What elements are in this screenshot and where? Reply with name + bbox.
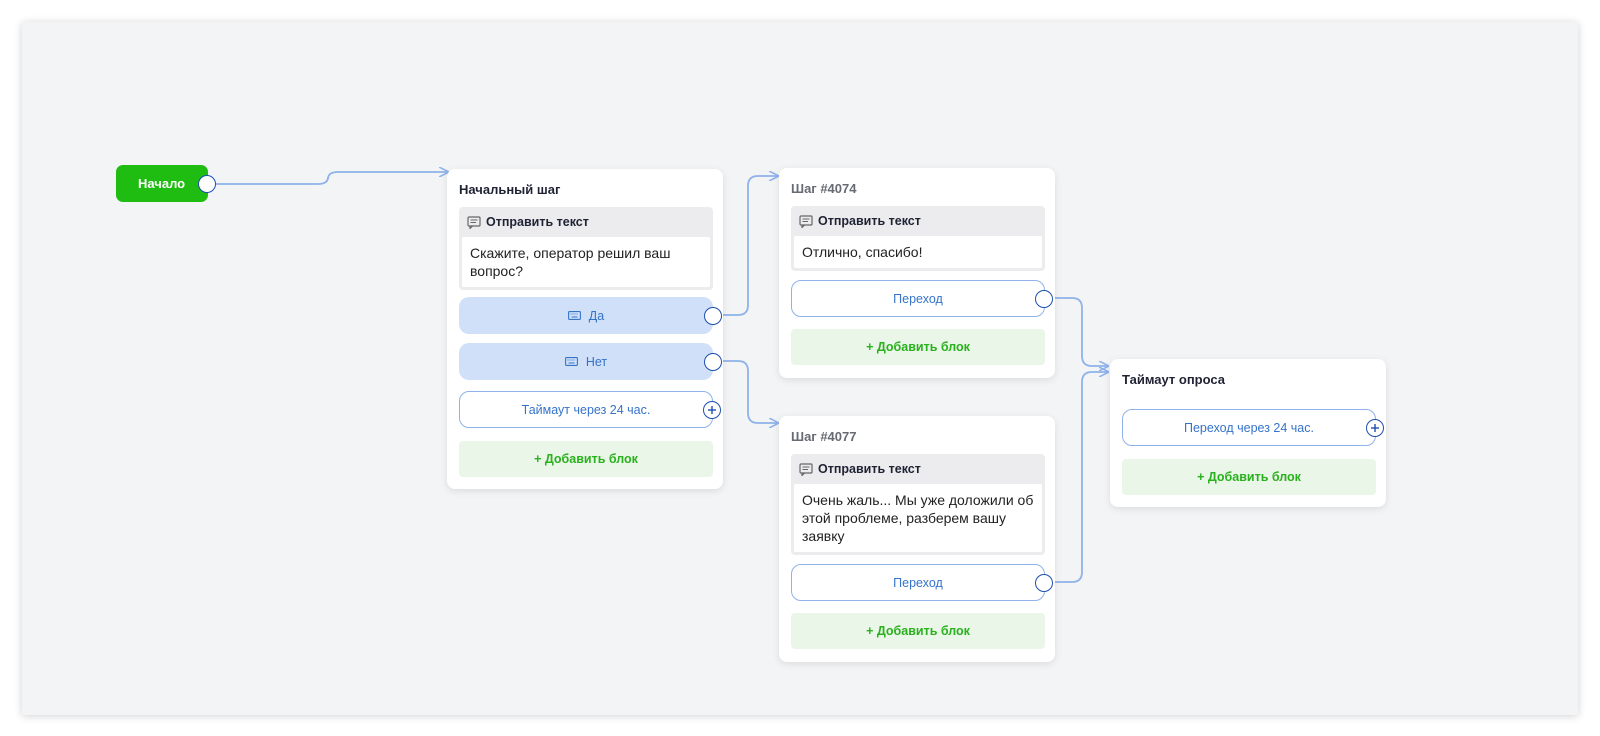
- timeout-transition-button[interactable]: Переход через 24 час.: [1122, 409, 1384, 446]
- no-output-port[interactable]: [704, 352, 722, 371]
- card-step-4074[interactable]: Шаг #4074 Отправить текст Отлично, спаси…: [779, 168, 1055, 378]
- add-block-button[interactable]: + Добавить блок: [791, 329, 1045, 365]
- message-text: Отлично, спасибо!: [794, 236, 1042, 268]
- button-yes-label: Да: [588, 308, 605, 323]
- yes-output-port[interactable]: [704, 306, 722, 325]
- timeout-button[interactable]: Таймаут через 24 час.: [459, 391, 721, 428]
- transition-output-port[interactable]: [1035, 573, 1053, 592]
- button-no-label: Нет: [585, 354, 608, 369]
- card-step-4077[interactable]: Шаг #4077 Отправить текст Очень жаль... …: [779, 416, 1055, 662]
- card-title: Таймаут опроса: [1122, 372, 1226, 387]
- start-label: Начало: [138, 176, 186, 191]
- timeout-label: Таймаут через 24 час.: [521, 402, 651, 417]
- keyboard-icon: [564, 357, 578, 366]
- timeout-transition-label: Переход через 24 час.: [1184, 420, 1314, 435]
- card-initial-step[interactable]: Начальный шаг Отправить текст Скажите, о…: [447, 169, 723, 489]
- start-node[interactable]: Начало: [116, 165, 208, 202]
- send-text-header: Отправить текст: [486, 215, 589, 229]
- plus-icon: [708, 405, 716, 414]
- start-output-port[interactable]: [198, 175, 216, 193]
- transition-button[interactable]: Переход: [791, 564, 1053, 601]
- add-block-button[interactable]: + Добавить блок: [459, 441, 713, 477]
- transition-label: Переход: [893, 575, 943, 590]
- transition-label: Переход: [893, 291, 943, 306]
- add-block-button[interactable]: + Добавить блок: [1122, 459, 1376, 495]
- send-text-block[interactable]: Отправить текст Отлично, спасибо!: [791, 206, 1045, 271]
- message-icon: [799, 214, 813, 228]
- add-connection-port[interactable]: [1366, 418, 1384, 437]
- transition-button[interactable]: Переход: [791, 280, 1053, 317]
- card-title: Шаг #4074: [791, 181, 857, 196]
- card-title: Шаг #4077: [791, 429, 857, 444]
- add-connection-port[interactable]: [703, 400, 721, 419]
- send-text-header: Отправить текст: [818, 214, 921, 228]
- card-poll-timeout[interactable]: Таймаут опроса Переход через 24 час. + Д…: [1110, 359, 1386, 507]
- message-icon: [799, 462, 813, 476]
- transition-output-port[interactable]: [1035, 289, 1053, 308]
- send-text-block[interactable]: Отправить текст Скажите, оператор решил …: [459, 207, 713, 290]
- message-text: Скажите, оператор решил ваш вопрос?: [462, 237, 710, 287]
- message-text: Очень жаль... Мы уже доложили об этой пр…: [794, 484, 1042, 552]
- plus-icon: [1371, 423, 1379, 432]
- send-text-header: Отправить текст: [818, 462, 921, 476]
- add-block-button[interactable]: + Добавить блок: [791, 613, 1045, 649]
- button-yes[interactable]: Да: [459, 297, 722, 334]
- send-text-block[interactable]: Отправить текст Очень жаль... Мы уже дол…: [791, 454, 1045, 555]
- message-icon: [467, 215, 481, 229]
- keyboard-icon: [567, 311, 581, 320]
- card-title: Начальный шаг: [459, 182, 561, 197]
- button-no[interactable]: Нет: [459, 343, 722, 380]
